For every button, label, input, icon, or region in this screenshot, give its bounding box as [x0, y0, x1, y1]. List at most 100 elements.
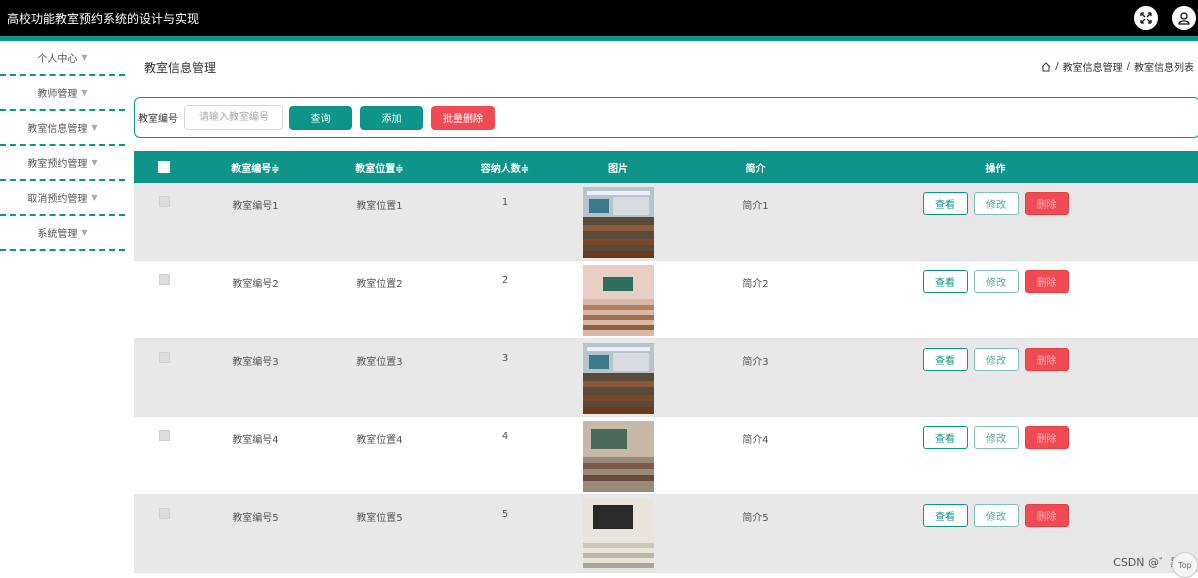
table-row: 教室编号4 教室位置4 4 简介4 查看 修改 删除: [134, 417, 1198, 495]
row-actions: 查看 修改 删除: [843, 261, 1148, 293]
sidebar-item-label: 系统管理: [37, 229, 78, 240]
page-title: 教室信息管理: [144, 61, 217, 75]
row-actions: 查看 修改 删除: [843, 183, 1148, 215]
cell-intro: 简介4: [742, 435, 769, 446]
cell-classroom-no: 教室编号1: [232, 201, 279, 212]
cell-classroom-position: 教室位置2: [356, 279, 403, 290]
row-checkbox[interactable]: [158, 196, 170, 207]
cell-capacity: 5: [501, 509, 509, 520]
sidebar-item-label: 教室信息管理: [27, 124, 88, 135]
cell-classroom-no: 教室编号2: [232, 279, 279, 290]
view-button[interactable]: 查看: [922, 504, 968, 527]
chevron-down-icon: ▼: [91, 158, 98, 167]
sidebar-item-teachers[interactable]: 教师管理 ▼: [0, 76, 125, 111]
table-row: 教室编号2 教室位置2 2 简介2 查看 修改 删除: [134, 261, 1198, 339]
app-title: 高校功能教室预约系统的设计与实现: [7, 11, 200, 26]
row-actions: 查看 修改 删除: [843, 417, 1148, 449]
cell-capacity: 1: [501, 197, 509, 208]
classroom-image[interactable]: [582, 499, 654, 570]
cell-classroom-position: 教室位置4: [356, 435, 403, 446]
row-checkbox[interactable]: [158, 508, 170, 519]
column-header-image: 图片: [608, 163, 628, 175]
delete-button[interactable]: 删除: [1024, 504, 1069, 527]
user-icon[interactable]: [1172, 6, 1196, 30]
cell-intro: 简介3: [742, 357, 769, 368]
breadcrumb-item[interactable]: 教室信息管理: [1063, 59, 1123, 74]
chevron-down-icon: ▼: [91, 193, 98, 202]
classroom-image[interactable]: [582, 265, 654, 336]
row-checkbox[interactable]: [158, 352, 170, 363]
cell-intro: 简介1: [742, 201, 769, 212]
classroom-table: 教室编号≑ 教室位置≑ 容纳人数≑ 图片 简介 操作 教室编号1 教室位置1 1…: [134, 151, 1198, 573]
batch-delete-button[interactable]: 批量删除: [431, 105, 495, 130]
view-button[interactable]: 查看: [922, 270, 968, 293]
sidebar-item-reservations[interactable]: 教室预约管理 ▼: [0, 146, 125, 181]
edit-button[interactable]: 修改: [973, 270, 1019, 293]
main-content: 教室信息管理 / 教室信息管理 / 教室信息列表 教室编号 查询 添加 批量删除…: [133, 41, 1198, 578]
breadcrumb-item: 教室信息列表: [1134, 63, 1194, 74]
edit-button[interactable]: 修改: [973, 426, 1019, 449]
column-header-position[interactable]: 教室位置≑: [317, 160, 442, 175]
classroom-image[interactable]: [582, 421, 654, 492]
view-button[interactable]: 查看: [922, 348, 968, 371]
cell-capacity: 2: [501, 275, 509, 286]
view-button[interactable]: 查看: [922, 192, 968, 215]
select-all-checkbox[interactable]: [158, 161, 170, 173]
delete-button[interactable]: 删除: [1024, 192, 1069, 215]
cell-intro: 简介2: [742, 279, 769, 290]
chevron-down-icon: ▼: [81, 53, 88, 62]
sidebar-item-label: 教师管理: [37, 89, 78, 100]
edit-button[interactable]: 修改: [973, 504, 1019, 527]
back-to-top-button[interactable]: Top: [1172, 552, 1198, 578]
cell-intro: 简介5: [742, 513, 769, 524]
delete-button[interactable]: 删除: [1024, 270, 1069, 293]
chevron-down-icon: ▼: [81, 228, 88, 237]
home-icon[interactable]: [1041, 61, 1051, 72]
column-header-actions: 操作: [985, 163, 1006, 175]
classroom-image[interactable]: [582, 343, 654, 414]
search-label: 教室编号: [138, 114, 178, 125]
table-row: 教室编号1 教室位置1 1 简介1 查看 修改 删除: [134, 183, 1198, 261]
cell-classroom-position: 教室位置5: [356, 513, 403, 524]
cell-classroom-position: 教室位置1: [356, 201, 403, 212]
edit-button[interactable]: 修改: [973, 348, 1019, 371]
table-header: 教室编号≑ 教室位置≑ 容纳人数≑ 图片 简介 操作: [134, 151, 1198, 183]
chevron-down-icon: ▼: [91, 123, 98, 132]
row-actions: 查看 修改 删除: [843, 495, 1148, 527]
column-header-intro: 简介: [745, 163, 766, 175]
header-icons: [1134, 0, 1198, 36]
sidebar-item-system[interactable]: 系统管理 ▼: [0, 216, 125, 251]
cell-classroom-no: 教室编号4: [232, 435, 279, 446]
sidebar-item-label: 教室预约管理: [27, 159, 88, 170]
breadcrumb-separator: /: [1055, 61, 1059, 72]
table-row: 教室编号5 教室位置5 5 简介5 查看 修改 删除: [134, 495, 1198, 573]
search-bar: 教室编号 查询 添加 批量删除: [134, 97, 1198, 138]
sidebar-item-label: 个人中心: [37, 54, 78, 65]
sidebar-item-personal-center[interactable]: 个人中心 ▼: [0, 41, 125, 76]
query-button[interactable]: 查询: [289, 105, 352, 130]
cell-capacity: 3: [501, 353, 509, 364]
chevron-down-icon: ▼: [81, 88, 88, 97]
sidebar-item-classroom-info[interactable]: 教室信息管理 ▼: [0, 111, 125, 146]
breadcrumb-separator: /: [1126, 61, 1130, 72]
delete-button[interactable]: 删除: [1024, 348, 1069, 371]
cell-classroom-no: 教室编号5: [232, 513, 279, 524]
column-header-no[interactable]: 教室编号≑: [194, 160, 317, 175]
row-checkbox[interactable]: [158, 430, 170, 441]
sidebar: 个人中心 ▼ 教师管理 ▼ 教室信息管理 ▼ 教室预约管理 ▼ 取消预约管理 ▼ 系统管理…: [0, 41, 125, 578]
edit-button[interactable]: 修改: [973, 192, 1019, 215]
cell-classroom-no: 教室编号3: [232, 357, 279, 368]
row-checkbox[interactable]: [158, 274, 170, 285]
search-input[interactable]: [184, 105, 283, 130]
add-button[interactable]: 添加: [360, 105, 423, 130]
breadcrumb: / 教室信息管理 / 教室信息列表: [1041, 59, 1194, 74]
delete-button[interactable]: 删除: [1024, 426, 1069, 449]
sidebar-item-cancellations[interactable]: 取消预约管理 ▼: [0, 181, 125, 216]
column-header-capacity[interactable]: 容纳人数≑: [442, 160, 568, 175]
classroom-image[interactable]: [582, 187, 654, 258]
cell-classroom-position: 教室位置3: [356, 357, 403, 368]
row-actions: 查看 修改 删除: [843, 339, 1148, 371]
view-button[interactable]: 查看: [922, 426, 968, 449]
expand-icon[interactable]: [1134, 6, 1158, 30]
sidebar-item-label: 取消预约管理: [27, 194, 88, 205]
